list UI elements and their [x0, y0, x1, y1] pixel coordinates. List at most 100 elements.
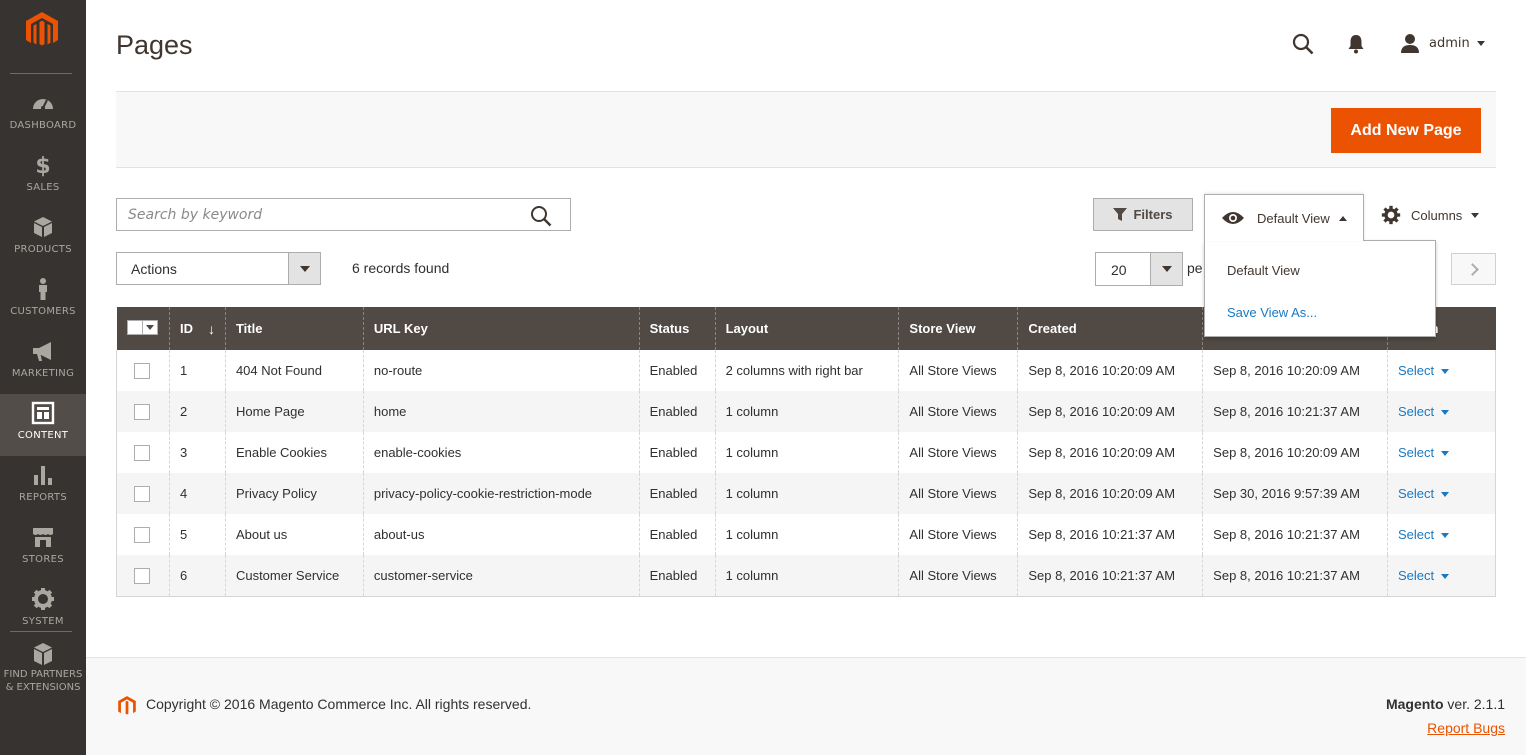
row-checkbox[interactable]: [134, 485, 150, 502]
layout-icon: [31, 401, 55, 425]
cell-layout: 1 column: [715, 473, 900, 514]
cell-store-view: All Store Views: [898, 473, 1019, 514]
next-page-button[interactable]: [1451, 253, 1496, 285]
sidebar-item-dashboard[interactable]: DASHBOARD: [0, 84, 86, 146]
column-header-id[interactable]: ID ↓: [169, 307, 226, 350]
bell-icon[interactable]: [1347, 34, 1365, 54]
view-switcher[interactable]: Default View: [1204, 194, 1364, 241]
cell-id: 2: [169, 391, 226, 432]
search-icon[interactable]: [1292, 33, 1314, 55]
copyright-text: Copyright © 2016 Magento Commerce Inc. A…: [146, 696, 532, 712]
magento-logo[interactable]: [22, 10, 62, 50]
admin-sidebar: DASHBOARD $ SALES PRODUCTS CUSTOMERS MAR…: [0, 0, 86, 755]
sidebar-item-system[interactable]: SYSTEM: [0, 580, 86, 642]
cell-title: Home Page: [225, 391, 364, 432]
sidebar-divider: [10, 73, 72, 74]
cell-id: 1: [169, 350, 226, 391]
cell-id: 5: [169, 514, 226, 555]
cell-status: Enabled: [639, 391, 716, 432]
cell-url-key: no-route: [363, 350, 640, 391]
cubes-icon: [34, 643, 52, 665]
sidebar-item-content[interactable]: CONTENT: [0, 394, 86, 456]
per-page-select[interactable]: 20: [1095, 252, 1183, 286]
cell-modified: Sep 8, 2016 10:21:37 AM: [1202, 391, 1389, 432]
filters-button[interactable]: Filters: [1093, 198, 1193, 231]
table-row[interactable]: 3 Enable Cookies enable-cookies Enabled …: [116, 432, 1496, 473]
search-icon[interactable]: [530, 205, 552, 227]
sidebar-item-stores[interactable]: STORES: [0, 518, 86, 580]
save-view-as-link[interactable]: Save View As...: [1227, 305, 1317, 320]
row-action-select[interactable]: Select: [1398, 527, 1450, 542]
row-action-select[interactable]: Select: [1398, 445, 1450, 460]
row-action-select[interactable]: Select: [1398, 363, 1450, 378]
cell-url-key: privacy-policy-cookie-restriction-mode: [363, 473, 640, 514]
columns-label: Columns: [1411, 207, 1463, 223]
row-checkbox[interactable]: [134, 444, 150, 461]
column-header-layout[interactable]: Layout: [715, 307, 900, 350]
cell-title: Enable Cookies: [225, 432, 364, 473]
version-text: Magento ver. 2.1.1: [1386, 696, 1505, 712]
search-input[interactable]: [117, 199, 517, 230]
chevron-up-icon: [1338, 215, 1347, 221]
table-row[interactable]: 1 404 Not Found no-route Enabled 2 colum…: [116, 350, 1496, 391]
view-dropdown: Default View Save View As...: [1204, 240, 1436, 337]
storefront-icon: [33, 528, 53, 547]
cell-store-view: All Store Views: [898, 350, 1019, 391]
version-number: ver. 2.1.1: [1443, 696, 1505, 712]
sidebar-item-marketing[interactable]: MARKETING: [0, 332, 86, 394]
cell-created: Sep 8, 2016 10:20:09 AM: [1017, 350, 1204, 391]
column-header-created[interactable]: Created: [1017, 307, 1204, 350]
row-action-select[interactable]: Select: [1398, 486, 1450, 501]
table-row[interactable]: 2 Home Page home Enabled 1 column All St…: [116, 391, 1496, 432]
sidebar-item-label: CONTENT: [17, 430, 69, 441]
column-header-status[interactable]: Status: [639, 307, 716, 350]
view-switcher-label: Default View: [1257, 210, 1330, 226]
sidebar-item-label: PRODUCTS: [14, 244, 72, 255]
chevron-down-icon: [1150, 253, 1182, 285]
report-bugs-link[interactable]: Report Bugs: [1427, 720, 1505, 736]
column-header-store-view[interactable]: Store View: [898, 307, 1019, 350]
row-action-select[interactable]: Select: [1398, 404, 1450, 419]
funnel-icon: [1113, 207, 1128, 221]
cell-url-key: home: [363, 391, 640, 432]
mass-select-checkbox[interactable]: [126, 320, 158, 335]
sidebar-item-products[interactable]: PRODUCTS: [0, 208, 86, 270]
cell-title: 404 Not Found: [225, 350, 364, 391]
add-new-page-button[interactable]: Add New Page: [1331, 108, 1481, 153]
table-row[interactable]: 4 Privacy Policy privacy-policy-cookie-r…: [116, 473, 1496, 514]
chevron-down-icon: [1441, 533, 1450, 539]
cell-modified: Sep 8, 2016 10:21:37 AM: [1202, 514, 1389, 555]
sidebar-item-reports[interactable]: REPORTS: [0, 456, 86, 518]
page-title: Pages: [116, 30, 193, 60]
person-icon: [39, 278, 47, 300]
cell-layout: 1 column: [715, 391, 900, 432]
sidebar-item-sales[interactable]: $ SALES: [0, 146, 86, 208]
cell-created: Sep 8, 2016 10:20:09 AM: [1017, 432, 1204, 473]
mass-actions-select[interactable]: Actions: [116, 252, 321, 285]
column-header-title[interactable]: Title: [225, 307, 364, 350]
row-checkbox[interactable]: [134, 526, 150, 543]
cell-created: Sep 8, 2016 10:20:09 AM: [1017, 473, 1204, 514]
sort-arrow-icon: ↓: [207, 320, 215, 337]
chevron-down-icon: [1476, 40, 1485, 46]
table-row[interactable]: 5 About us about-us Enabled 1 column All…: [116, 514, 1496, 555]
view-option-default[interactable]: Default View: [1227, 263, 1300, 278]
chevron-down-icon: [1441, 451, 1450, 457]
cell-url-key: enable-cookies: [363, 432, 640, 473]
row-checkbox[interactable]: [134, 567, 150, 584]
sidebar-item-customers[interactable]: CUSTOMERS: [0, 270, 86, 332]
cell-url-key: customer-service: [363, 555, 640, 597]
sidebar-item-partners[interactable]: FIND PARTNERS & EXTENSIONS: [0, 636, 86, 698]
cell-title: Privacy Policy: [225, 473, 364, 514]
chevron-down-icon: [1441, 410, 1450, 416]
pages-grid: ID ↓ Title URL Key Status Layout Store Vi…: [116, 307, 1496, 597]
user-menu[interactable]: admin: [1400, 32, 1485, 54]
columns-control[interactable]: Columns: [1381, 204, 1480, 226]
row-checkbox[interactable]: [134, 403, 150, 420]
cell-status: Enabled: [639, 350, 716, 391]
row-checkbox[interactable]: [134, 362, 150, 379]
table-row[interactable]: 6 Customer Service customer-service Enab…: [116, 555, 1496, 597]
column-header-url-key[interactable]: URL Key: [363, 307, 640, 350]
row-action-select[interactable]: Select: [1398, 568, 1450, 583]
sidebar-item-label: SALES: [26, 182, 60, 193]
